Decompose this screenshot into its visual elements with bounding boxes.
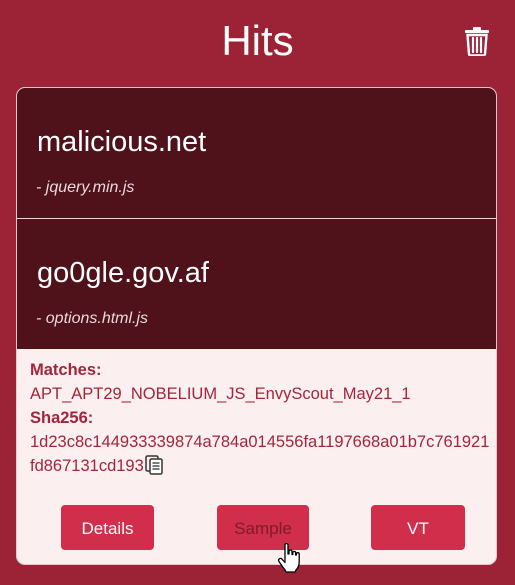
hit-file: - options.html.js (36, 310, 149, 327)
hand-cursor-icon (277, 543, 300, 573)
hit-file: - jquery.min.js (36, 179, 135, 196)
trash-icon[interactable] (463, 26, 491, 56)
matches-value: APT_APT29_NOBELIUM_JS_EnvyScout_May21_1 (30, 385, 411, 403)
hit-details: Matches: APT_APT29_NOBELIUM_JS_EnvyScout… (30, 358, 490, 478)
hit-domain: malicious.net (37, 126, 207, 158)
hits-card: malicious.net - jquery.min.js go0gle.gov… (16, 87, 497, 565)
matches-label: Matches: (30, 361, 102, 379)
details-button[interactable]: Details (61, 505, 154, 550)
hit-item[interactable]: malicious.net - jquery.min.js (17, 88, 496, 218)
sha256-value: 1d23c8c144933339874a784a014556fa1197668a… (30, 433, 490, 475)
vt-button[interactable]: VT (371, 505, 465, 550)
sha256-value-wrap: 1d23c8c144933339874a784a014556fa1197668a… (30, 430, 490, 478)
hit-domain: go0gle.gov.af (37, 257, 209, 289)
sha256-label: Sha256: (30, 409, 94, 427)
page-title: Hits (221, 17, 294, 64)
hit-item[interactable]: go0gle.gov.af - options.html.js (17, 219, 496, 349)
copy-icon[interactable] (145, 455, 164, 475)
header: Hits (0, 0, 515, 82)
